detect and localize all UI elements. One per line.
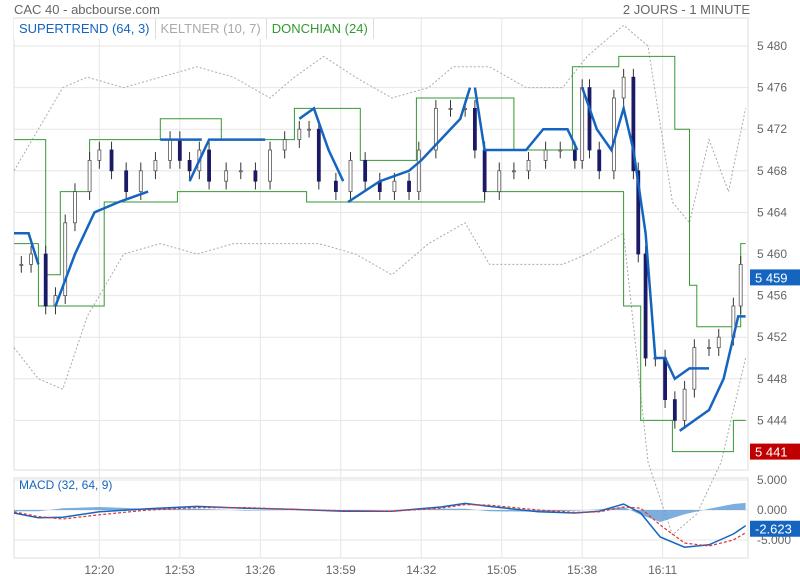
y-tick-label: 5 460	[757, 247, 787, 261]
candle	[572, 149, 577, 161]
candle	[643, 253, 648, 359]
candle	[138, 170, 143, 193]
candle	[224, 170, 229, 182]
candle	[558, 149, 563, 152]
candle	[716, 336, 721, 349]
candle	[738, 263, 743, 307]
legend-keltner[interactable]: KELTNER (10, 7)	[156, 19, 267, 39]
candle	[73, 191, 77, 224]
candle	[297, 128, 302, 140]
macd-panel-frame	[13, 477, 749, 559]
candle	[333, 180, 338, 192]
candle	[682, 388, 687, 421]
x-tick-label: 13:26	[245, 563, 275, 577]
candle	[87, 159, 92, 192]
x-tick-label: 15:38	[567, 563, 597, 577]
y-tick-label: 5 456	[757, 289, 787, 303]
candle	[168, 139, 172, 161]
candle	[392, 180, 397, 192]
candle	[448, 108, 453, 110]
indicator-legend: SUPERTREND (64, 3) KELTNER (10, 7) DONCH…	[14, 19, 374, 39]
candle	[43, 253, 48, 307]
supertrend-segment	[14, 231, 40, 265]
candle	[497, 170, 502, 193]
supertrend-segment	[678, 315, 746, 432]
candle	[153, 159, 158, 172]
macd-last-flag: -2.623	[755, 522, 792, 537]
candle	[472, 108, 477, 151]
candle	[316, 128, 321, 182]
candle	[587, 87, 592, 151]
macd-y-tick-label: 5.000	[757, 473, 787, 487]
candle	[253, 170, 258, 182]
candle	[268, 149, 272, 182]
x-tick-label: 12:20	[84, 563, 114, 577]
candle	[109, 149, 114, 172]
candle	[621, 76, 626, 99]
candle	[512, 170, 516, 173]
candle	[543, 149, 548, 161]
x-tick-label: 12:53	[165, 563, 195, 577]
candle	[124, 170, 129, 193]
candle	[482, 149, 487, 192]
candle	[307, 128, 311, 131]
candle	[526, 159, 531, 172]
candle	[363, 159, 368, 182]
candle	[97, 149, 102, 161]
candle	[672, 399, 677, 421]
candle	[348, 159, 353, 192]
x-tick-label: 13:59	[326, 563, 356, 577]
candle	[177, 139, 182, 161]
candle	[19, 263, 24, 266]
y-tick-label: 5 476	[757, 81, 787, 95]
candle	[407, 180, 411, 192]
low-price-flag: 5 441	[755, 445, 788, 460]
candle	[29, 253, 33, 265]
y-tick-label: 5 464	[757, 205, 787, 219]
legend-donchian[interactable]: DONCHIAN (24)	[267, 19, 374, 39]
macd-y-tick-label: 0.000	[757, 503, 787, 517]
y-tick-label: 5 448	[757, 372, 787, 386]
y-tick-label: 5 468	[757, 164, 787, 178]
candle	[187, 159, 192, 172]
candle	[580, 87, 585, 161]
y-tick-label: 5 480	[757, 39, 787, 53]
x-tick-label: 16:11	[648, 563, 677, 577]
supertrend-segment	[473, 87, 579, 152]
candle	[663, 357, 667, 400]
last-price-flag: 5 459	[755, 270, 788, 285]
macd-title: MACD (32, 64, 9)	[19, 478, 112, 492]
donchian-lower-line	[14, 191, 746, 453]
candle	[282, 139, 287, 151]
x-tick-label: 14:32	[406, 563, 436, 577]
candle	[707, 347, 711, 350]
supertrend-segment	[298, 106, 345, 182]
x-tick-label: 15:05	[487, 563, 517, 577]
legend-supertrend[interactable]: SUPERTREND (64, 3)	[14, 19, 156, 39]
supertrend-segment	[54, 190, 149, 307]
candle	[207, 149, 211, 182]
price-chart: 5 444 5 448 5 452 5 456 5 460 5 464 5 468 5 472…	[13, 17, 800, 577]
candle	[238, 170, 243, 173]
candle	[597, 149, 602, 172]
candle	[416, 149, 421, 192]
y-tick-label: 5 452	[757, 330, 787, 344]
y-tick-label: 5 444	[757, 413, 787, 427]
y-tick-label: 5 472	[757, 122, 787, 136]
